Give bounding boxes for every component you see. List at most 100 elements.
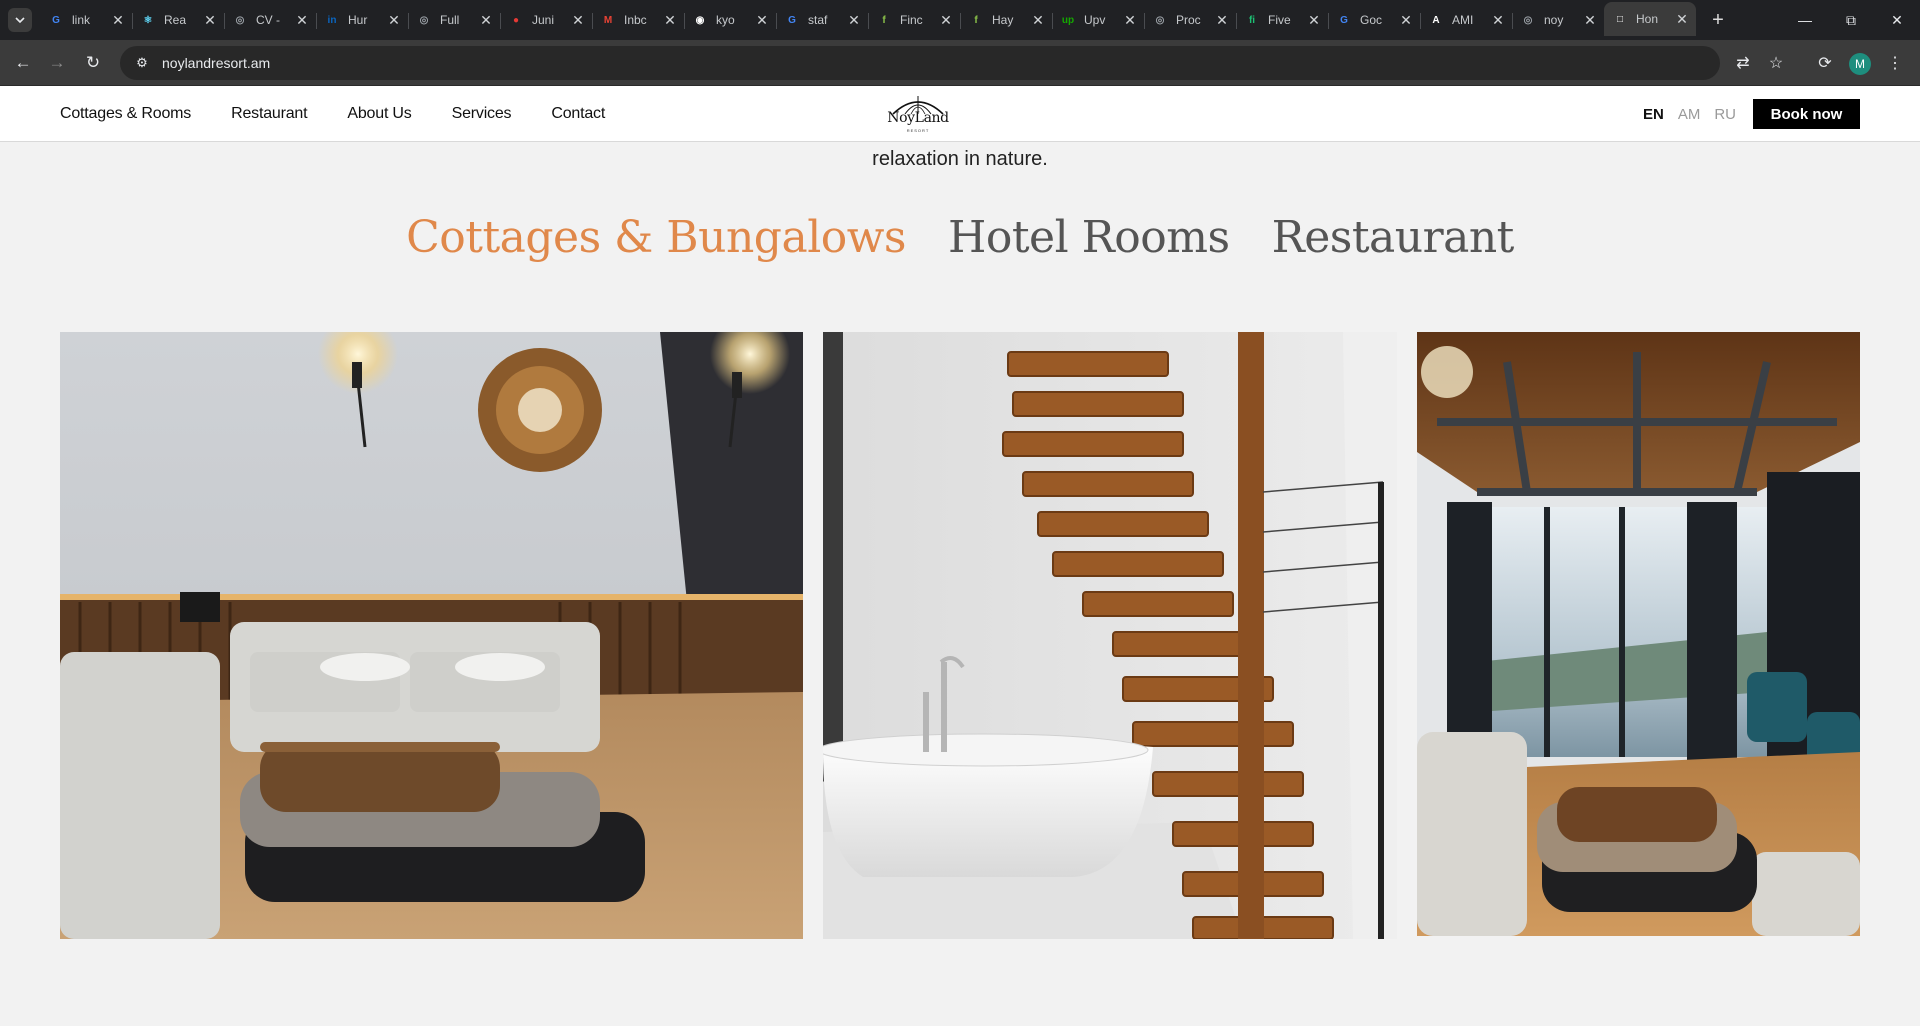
tab-close-icon[interactable]: ✕ <box>1030 12 1046 28</box>
language-option[interactable]: AM <box>1678 106 1701 123</box>
site-header: Cottages & Rooms Restaurant About Us Servic… <box>0 86 1920 142</box>
browser-tab[interactable]: f Finc ✕ <box>868 6 960 34</box>
browser-tab[interactable]: ◉ kyo ✕ <box>684 6 776 34</box>
tab-title: CV - <box>256 13 280 27</box>
tab-title: Rea <box>164 13 187 27</box>
bookmark-star-icon[interactable]: ☆ <box>1763 50 1789 76</box>
tab-close-icon[interactable]: ✕ <box>110 12 126 28</box>
tab-title: AMI <box>1452 13 1474 27</box>
find-icon: f <box>882 14 886 26</box>
browser-tab[interactable]: in Hur ✕ <box>316 6 408 34</box>
reload-icon[interactable]: ↻ <box>80 50 106 76</box>
tab-title: Hon <box>1636 12 1659 26</box>
browser-tab[interactable]: M Inbc ✕ <box>592 6 684 34</box>
forward-icon[interactable]: → <box>44 50 70 76</box>
tab-close-icon[interactable]: ✕ <box>754 12 770 28</box>
fiverr-icon: fi <box>1248 14 1256 26</box>
new-tab-plus-icon[interactable]: + <box>1702 6 1734 34</box>
category-tab[interactable]: Cottages & Bungalows <box>406 212 906 263</box>
browser-tab[interactable]: A AMI ✕ <box>1420 6 1512 34</box>
tab-close-icon[interactable]: ✕ <box>386 12 402 28</box>
browser-tab[interactable]: fi Five ✕ <box>1236 6 1328 34</box>
browser-tab[interactable]: G Goc ✕ <box>1328 6 1420 34</box>
tab-close-icon[interactable]: ✕ <box>294 12 310 28</box>
browser-tab[interactable]: ◎ noy ✕ <box>1512 6 1604 34</box>
tab-search-button[interactable] <box>8 8 32 32</box>
back-icon[interactable]: ← <box>10 50 36 76</box>
record-icon: ● <box>512 14 520 26</box>
book-now-button[interactable]: Book now <box>1753 99 1860 129</box>
globe-icon: ◎ <box>419 14 429 26</box>
profile-avatar[interactable]: M <box>1849 53 1871 75</box>
github-icon: ◉ <box>695 14 705 26</box>
google-icon: G <box>788 14 796 26</box>
language-option[interactable]: RU <box>1714 106 1736 123</box>
tab-close-icon[interactable]: ✕ <box>938 12 954 28</box>
browser-tab[interactable]: ● Juni ✕ <box>500 6 592 34</box>
find-icon: f <box>974 14 978 26</box>
address-url: noylandresort.am <box>162 55 271 71</box>
category-tabs: Cottages & Bungalows Hotel Rooms Restauran… <box>0 212 1920 263</box>
site-info-icon[interactable]: ⚙ <box>134 55 150 71</box>
close-icon[interactable]: ✕ <box>1874 0 1920 40</box>
language-switcher: EN AM RU <box>1643 86 1750 142</box>
globe-icon: ◎ <box>1523 14 1533 26</box>
logo-subtext: RESORT <box>906 128 930 133</box>
minimize-icon[interactable]: — <box>1782 0 1828 40</box>
photo-cottage-bedroom-lake-view[interactable] <box>1417 332 1860 936</box>
browser-tab[interactable]: ◎ CV - ✕ <box>224 6 316 34</box>
linkedin-icon: in <box>327 14 337 26</box>
globe-icon: ◎ <box>1155 14 1165 26</box>
address-bar[interactable]: ⚙ noylandresort.am <box>120 46 1720 80</box>
tab-close-icon[interactable]: ✕ <box>1674 11 1690 27</box>
browser-toolbar: ← → ↻ ⚙ noylandresort.am ⇄ ☆ ⟳ ⋮ <box>0 40 1920 86</box>
browser-tab[interactable]: f Hay ✕ <box>960 6 1052 34</box>
tab-close-icon[interactable]: ✕ <box>202 12 218 28</box>
browser-tab[interactable]: ⚛ Rea ✕ <box>132 6 224 34</box>
gmail-icon: M <box>603 14 613 26</box>
tab-title: Full <box>440 13 460 27</box>
tab-close-icon[interactable]: ✕ <box>478 12 494 28</box>
browser-tab[interactable]: Glink ✕ <box>40 6 132 34</box>
tab-close-icon[interactable]: ✕ <box>1582 12 1598 28</box>
browser-tab[interactable]: □ Hon ✕ <box>1604 2 1696 36</box>
category-tab[interactable]: Hotel Rooms <box>948 212 1230 263</box>
browser-tabstrip: Glink ✕ ⚛ Rea ✕ ◎ CV - ✕ in Hur ✕ ◎ Full ✕ ● Juni ✕ M Inbc… <box>0 0 1920 40</box>
chevron-down-icon <box>15 17 25 24</box>
browser-tab[interactable]: ◎ Full ✕ <box>408 6 500 34</box>
tab-close-icon[interactable]: ✕ <box>1398 12 1414 28</box>
nav-link[interactable]: About Us <box>347 105 411 123</box>
tab-close-icon[interactable]: ✕ <box>1122 12 1138 28</box>
tab-close-icon[interactable]: ✕ <box>1306 12 1322 28</box>
photo-cottage-living-room[interactable] <box>60 332 803 939</box>
tab-title: Five <box>1268 13 1291 27</box>
browser-tab[interactable]: ◎ Proc ✕ <box>1144 6 1236 34</box>
tab-close-icon[interactable]: ✕ <box>1214 12 1230 28</box>
translate-icon[interactable]: ⇄ <box>1730 50 1756 76</box>
extension-icon[interactable]: ⟳ <box>1812 50 1838 76</box>
language-option[interactable]: EN <box>1643 106 1664 123</box>
tab-title: Proc <box>1176 13 1201 27</box>
browser-tab[interactable]: Gstaf ✕ <box>776 6 868 34</box>
tab-close-icon[interactable]: ✕ <box>846 12 862 28</box>
tab-title: noy <box>1544 13 1564 27</box>
restore-icon[interactable]: ⧉ <box>1828 0 1874 40</box>
tab-list: Glink ✕ ⚛ Rea ✕ ◎ CV - ✕ in Hur ✕ ◎ Full ✕ ● Juni ✕ M Inbc… <box>40 2 1734 40</box>
nav-link[interactable]: Restaurant <box>231 105 307 123</box>
nav-link[interactable]: Services <box>452 105 512 123</box>
menu-kebab-icon[interactable]: ⋮ <box>1882 50 1908 76</box>
nav-link[interactable]: Cottages & Rooms <box>60 105 191 123</box>
photo-cottage-bathtub-staircase[interactable] <box>823 332 1397 939</box>
tab-close-icon[interactable]: ✕ <box>1490 12 1506 28</box>
tab-title: Upv <box>1084 13 1106 27</box>
nav-link[interactable]: Contact <box>551 105 605 123</box>
tab-title: link <box>72 13 91 27</box>
browser-tab[interactable]: up Upv ✕ <box>1052 6 1144 34</box>
footer-band <box>0 1026 1920 1032</box>
window-controls: — ⧉ ✕ <box>1782 0 1920 40</box>
tab-close-icon[interactable]: ✕ <box>662 12 678 28</box>
logo[interactable]: NoyLand RESORT <box>885 94 951 136</box>
category-tab[interactable]: Restaurant <box>1272 212 1515 263</box>
react-icon: ⚛ <box>143 14 153 26</box>
tab-close-icon[interactable]: ✕ <box>570 12 586 28</box>
